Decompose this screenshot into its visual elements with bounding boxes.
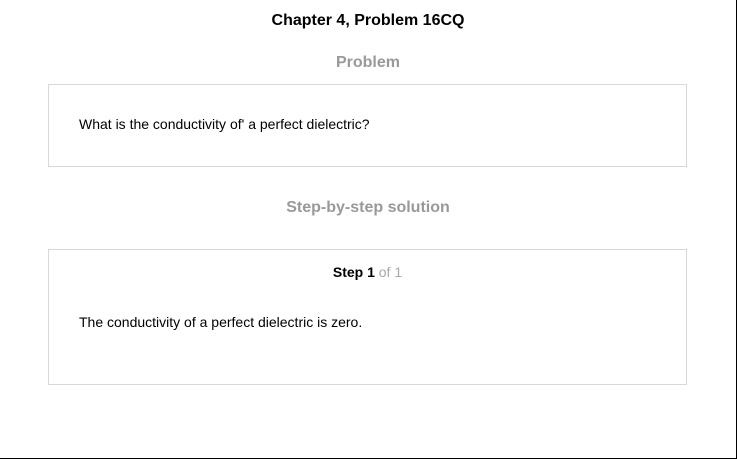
page: Chapter 4, Problem 16CQ Problem What is … — [0, 0, 737, 459]
step-count: of 1 — [378, 264, 403, 280]
problem-text: What is the conductivity of' a perfect d… — [79, 116, 370, 132]
page-title: Chapter 4, Problem 16CQ — [271, 12, 465, 29]
solution-text: The conductivity of a perfect dielectric… — [79, 314, 363, 330]
problem-heading: Problem — [335, 54, 400, 71]
problem-card: What is the conductivity of' a perfect d… — [48, 84, 687, 167]
solution-heading: Step-by-step solution — [286, 199, 450, 216]
step-header: Step 1 of 1 — [49, 263, 686, 281]
step-label: Step 1 — [332, 264, 375, 280]
solution-card: Step 1 of 1 The conductivity of a perfec… — [48, 249, 687, 385]
